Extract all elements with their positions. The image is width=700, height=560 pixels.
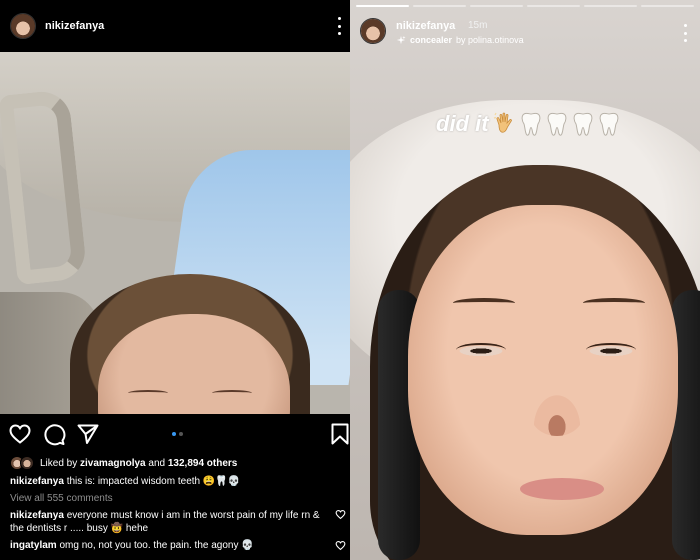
share-icon[interactable] [76, 422, 100, 446]
story-timestamp: 15m [468, 20, 488, 31]
comment-like-icon[interactable] [335, 540, 346, 551]
post-caption: nikizefanya this is: impacted wisdom tee… [10, 475, 340, 488]
comment-item: ingatylam omg no, not you too. the pain.… [10, 539, 325, 552]
post-author-username[interactable]: nikizefanya [45, 20, 104, 32]
tooth-emoji [599, 112, 618, 136]
story-author-avatar[interactable] [360, 18, 386, 44]
bookmark-icon[interactable] [328, 422, 352, 446]
waving-hand-emoji [493, 112, 512, 133]
effect-name[interactable]: concealer [410, 35, 452, 45]
story-effect-attribution[interactable]: concealer by polina.otinova [396, 35, 524, 45]
feed-post: nikizefanya Liked by zivamagnolya and 13… [0, 0, 350, 560]
story-more-options-icon[interactable] [682, 24, 688, 42]
comment-text: omg no, not you too. the pain. the agony… [59, 540, 254, 551]
liker-avatars [10, 456, 34, 470]
liked-by-and: and [148, 457, 166, 469]
heart-icon[interactable] [8, 422, 32, 446]
liked-by-user[interactable]: zivamagnolya [80, 458, 146, 469]
comment-icon[interactable] [42, 422, 66, 446]
likes-count[interactable]: 132,894 others [168, 458, 238, 469]
caption-username[interactable]: nikizefanya [10, 476, 64, 487]
effect-author[interactable]: by polina.otinova [456, 35, 524, 45]
story-username[interactable]: nikizefanya [396, 20, 455, 32]
story-viewer[interactable]: nikizefanya 15m concealer by polina.otin… [350, 0, 700, 560]
story-text-overlay: did it [436, 111, 621, 137]
comment-username[interactable]: ingatylam [10, 540, 57, 551]
emoji-strip [493, 111, 621, 137]
caption-text: this is: impacted wisdom teeth 😩🦷💀 [66, 476, 241, 487]
more-options-icon[interactable] [336, 17, 342, 35]
tooth-emoji [547, 112, 566, 136]
comment-like-icon[interactable] [335, 509, 346, 520]
comment-username[interactable]: nikizefanya [10, 510, 64, 521]
post-photo[interactable] [0, 52, 350, 414]
tooth-emoji [521, 112, 540, 136]
post-author-avatar[interactable] [10, 13, 36, 39]
post-actions-bar [0, 420, 350, 450]
story-header: nikizefanya 15m concealer by polina.otin… [360, 16, 690, 50]
carousel-indicator [172, 432, 183, 436]
sparkle-icon [396, 35, 406, 45]
story-progress-bar [356, 5, 694, 7]
view-all-comments-link[interactable]: View all 555 comments [10, 493, 113, 504]
liked-by-prefix: Liked by [40, 457, 78, 469]
post-header: nikizefanya [0, 0, 350, 52]
likes-summary[interactable]: Liked by zivamagnolya and 132,894 others [10, 456, 237, 470]
tooth-emoji [573, 112, 592, 136]
comment-item: nikizefanya everyone must know i am in t… [10, 509, 325, 535]
story-caption: did it [436, 111, 489, 136]
